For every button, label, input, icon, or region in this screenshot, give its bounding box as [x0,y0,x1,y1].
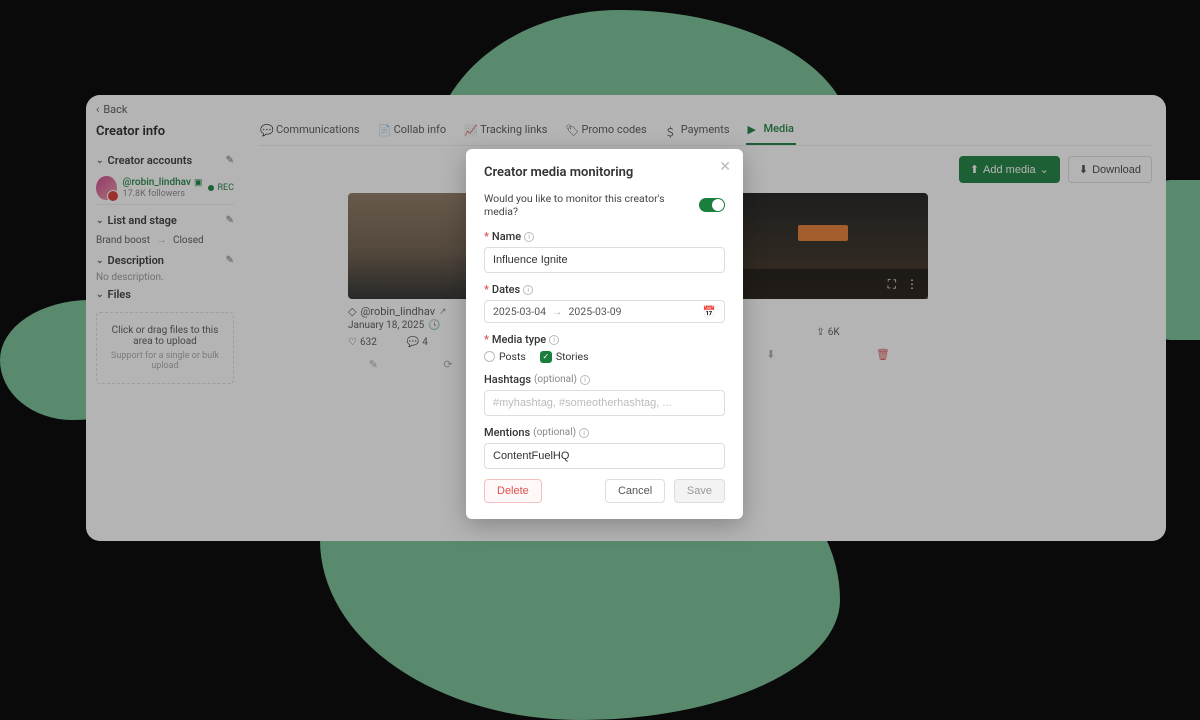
radio-icon [484,351,495,362]
modal-title: Creator media monitoring [484,165,725,180]
date-range-input[interactable]: 2025-03-04 → 2025-03-09 📅 [484,300,725,323]
mentions-input[interactable] [484,443,725,469]
arrow-right-icon: → [552,305,563,318]
date-to: 2025-03-09 [569,305,622,318]
dates-label: *Datesi [484,283,725,296]
monitor-question: Would you like to monitor this creator's… [484,192,699,218]
hashtags-label: Hashtags (optional) i [484,373,725,386]
calendar-icon[interactable]: 📅 [703,305,716,318]
name-input[interactable] [484,247,725,273]
monitor-toggle[interactable] [699,198,725,212]
posts-option[interactable]: Posts [484,350,526,363]
name-label: *Namei [484,230,725,243]
date-from: 2025-03-04 [493,305,546,318]
delete-button[interactable]: Delete [484,479,542,503]
close-icon[interactable]: ✕ [719,159,731,175]
media-type-label: *Media typei [484,333,725,346]
media-monitoring-modal: ✕ Creator media monitoring Would you lik… [466,149,743,519]
info-icon[interactable]: i [524,232,534,242]
info-icon[interactable]: i [549,335,559,345]
check-icon: ✓ [540,351,552,363]
stories-option[interactable]: ✓Stories [540,350,589,363]
mentions-label: Mentions (optional) i [484,426,725,439]
info-icon[interactable]: i [523,285,533,295]
save-button[interactable]: Save [674,479,725,503]
hashtags-input[interactable] [484,390,725,416]
info-icon[interactable]: i [579,428,589,438]
info-icon[interactable]: i [580,375,590,385]
cancel-button[interactable]: Cancel [605,479,665,503]
